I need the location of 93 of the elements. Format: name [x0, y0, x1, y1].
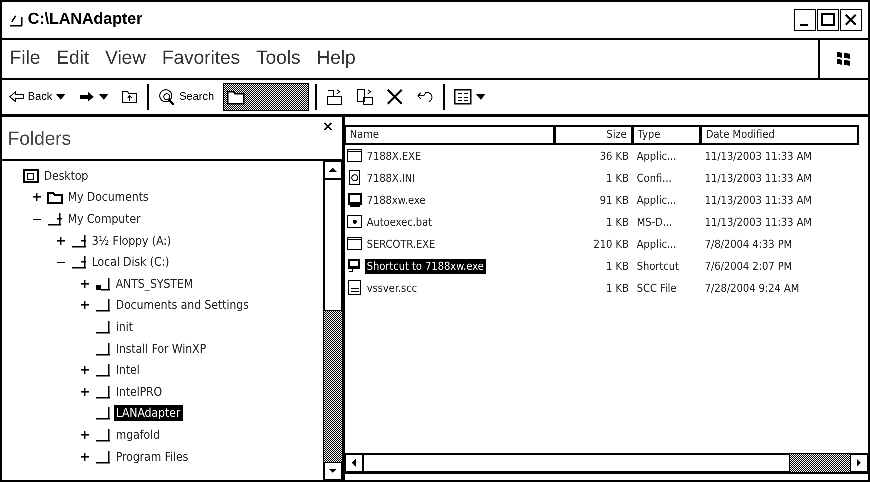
date-modified: 7/28/2004 9:24 AM: [704, 280, 801, 296]
application-icon: [347, 192, 363, 208]
settings-file-icon: [347, 170, 363, 186]
pane-title: Folders: [8, 129, 72, 151]
folder-up-icon: [122, 89, 138, 105]
date-modified: 11/13/2003 11:33 AM: [704, 170, 814, 186]
scrollbar-track: [790, 454, 850, 472]
plus-icon[interactable]: [80, 452, 90, 462]
back-button[interactable]: Back: [6, 83, 70, 111]
scroll-up-icon: [328, 166, 338, 174]
tree-item[interactable]: Program Files: [114, 448, 191, 465]
column-header[interactable]: Name: [345, 125, 555, 145]
tree-item[interactable]: LANAdapter: [114, 405, 183, 422]
file-name[interactable]: Shortcut to 7188xw.exe: [365, 258, 486, 274]
file-name[interactable]: 7188xw.exe: [365, 192, 428, 208]
plus-icon[interactable]: [80, 365, 90, 376]
file-name[interactable]: Autoexec.bat: [365, 214, 434, 230]
tree-item[interactable]: Local Disk (C:): [90, 254, 172, 270]
copy-to-icon: [356, 88, 374, 106]
file-type: SCC File: [636, 280, 678, 296]
column-header[interactable]: Type: [633, 125, 701, 145]
plus-icon[interactable]: [80, 300, 90, 310]
shared-folder-icon: [95, 276, 111, 292]
file-type: Applic...: [636, 192, 678, 208]
file-size: 1 KB: [605, 280, 630, 296]
scrollbar-thumb[interactable]: [324, 179, 342, 311]
column-header[interactable]: Size: [555, 125, 633, 145]
folders-button[interactable]: [223, 83, 310, 111]
search-icon: [158, 88, 176, 106]
file-name[interactable]: SERCOTR.EXE: [365, 236, 438, 252]
date-modified: 7/8/2004 4:33 PM: [704, 236, 794, 252]
plus-icon[interactable]: [80, 278, 90, 289]
move-to-icon: [326, 88, 344, 106]
tree-item[interactable]: mgafold: [114, 426, 162, 443]
program-icon: [347, 148, 363, 164]
menu-item[interactable]: File: [2, 48, 49, 70]
file-name[interactable]: 7188X.INI: [365, 170, 418, 186]
file-name[interactable]: 7188X.EXE: [365, 148, 424, 164]
column-header[interactable]: Date Modified: [701, 125, 859, 145]
tree-item[interactable]: Install For WinXP: [114, 340, 208, 357]
file-size: 91 KB: [598, 192, 630, 208]
menu-item[interactable]: Tools: [248, 48, 309, 70]
menu-item[interactable]: Help: [308, 48, 364, 70]
file-type: Shortcut: [636, 258, 680, 274]
scroll-left-icon: [350, 458, 358, 468]
batch-file-icon: [347, 214, 363, 230]
menu-item[interactable]: Favorites: [154, 48, 248, 70]
tree-item[interactable]: IntelPRO: [114, 384, 164, 400]
file-type: MS-D...: [636, 214, 674, 230]
tree-item[interactable]: init: [114, 318, 136, 335]
tree-item[interactable]: ANTS_SYSTEM: [114, 276, 196, 292]
tree-item[interactable]: My Computer: [66, 210, 143, 227]
window-title: C:\LANAdapter: [28, 11, 144, 29]
menu-item[interactable]: Edit: [48, 48, 98, 70]
tree-item[interactable]: My Documents: [66, 189, 151, 206]
scrollbar-thumb[interactable]: [363, 454, 790, 472]
close-pane-button[interactable]: ×: [322, 119, 334, 135]
delete-icon: [386, 88, 404, 106]
maximize-icon[interactable]: [817, 9, 839, 31]
close-icon[interactable]: [840, 9, 862, 31]
file-size: 1 KB: [605, 258, 630, 274]
file-type: Applic...: [636, 148, 678, 164]
shortcut-icon: [347, 258, 363, 274]
plus-icon[interactable]: [80, 386, 90, 397]
tree-item[interactable]: 3½ Floppy (A:): [90, 232, 174, 249]
desktop-icon: [23, 168, 39, 184]
views-icon: [454, 88, 472, 106]
file-type: Confi...: [636, 170, 673, 186]
minimize-icon[interactable]: [794, 9, 816, 31]
left-arrow-icon: [9, 90, 25, 104]
file-name[interactable]: vssver.scc: [365, 280, 420, 296]
file-size: 210 KB: [592, 236, 630, 252]
file-size: 1 KB: [605, 214, 630, 230]
date-modified: 11/13/2003 11:33 AM: [704, 214, 814, 230]
file-type: Applic...: [636, 236, 678, 252]
program-icon: [347, 236, 363, 252]
menu-item[interactable]: View: [97, 48, 154, 70]
search-button[interactable]: Search: [155, 83, 218, 111]
scroll-down-icon: [328, 467, 338, 475]
tree-item[interactable]: Desktop: [42, 168, 91, 184]
file-size: 36 KB: [598, 148, 630, 164]
date-modified: 11/13/2003 11:33 AM: [704, 192, 814, 208]
date-modified: 11/13/2003 11:33 AM: [704, 148, 814, 164]
plus-icon[interactable]: [80, 430, 90, 440]
scroll-right-icon: [855, 458, 863, 468]
document-icon: [347, 280, 363, 296]
tree-item[interactable]: Documents and Settings: [114, 297, 252, 314]
plus-icon[interactable]: [56, 236, 66, 246]
right-arrow-icon: [79, 90, 96, 104]
file-size: 1 KB: [605, 170, 630, 186]
tree-item[interactable]: Intel: [114, 362, 142, 378]
plus-icon[interactable]: [32, 192, 42, 202]
date-modified: 7/6/2004 2:07 PM: [704, 258, 794, 274]
